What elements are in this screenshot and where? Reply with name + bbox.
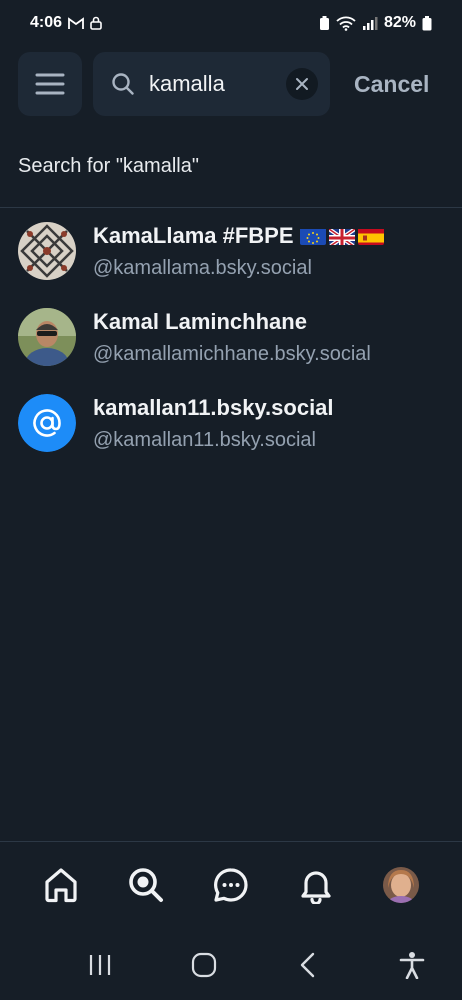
tab-bar (0, 842, 462, 928)
tab-notifications[interactable] (286, 855, 346, 915)
search-icon (128, 868, 163, 902)
hamburger-icon (35, 73, 65, 95)
result-text: kamallan11.bsky.social @kamallan11.bsky.… (93, 395, 334, 452)
result-name-text: KamaLlama #FBPE (93, 222, 294, 248)
close-icon (296, 78, 308, 90)
gmail-icon (68, 16, 84, 30)
flags (299, 226, 384, 245)
bell-icon (301, 871, 331, 904)
result-name: KamaLlama #FBPE (93, 223, 384, 249)
tab-search[interactable] (116, 855, 176, 915)
default-avatar (18, 394, 76, 452)
spain-flag-icon (357, 227, 384, 245)
chat-icon (214, 868, 248, 902)
back-button[interactable] (278, 940, 338, 990)
result-name: kamallan11.bsky.social (93, 394, 334, 420)
tab-home[interactable] (31, 855, 91, 915)
status-time: 4:06 (30, 14, 63, 31)
result-row[interactable]: KamaLlama #FBPE @kamallama.bsky.social (0, 208, 462, 294)
signal-icon (362, 16, 378, 30)
result-row[interactable]: kamallan11.bsky.social @kamallan11.bsky.… (0, 380, 462, 466)
search-header: Cancel (18, 52, 444, 116)
eu-flag-icon (299, 227, 326, 245)
home-circle-icon (191, 952, 217, 978)
status-right: 82% (319, 14, 432, 32)
menu-button[interactable] (18, 52, 82, 116)
result-text: KamaLlama #FBPE @kamallama.bsky.social (93, 223, 384, 280)
result-handle: @kamallama.bsky.social (93, 256, 312, 279)
tab-profile[interactable] (371, 855, 431, 915)
home-button[interactable] (174, 940, 234, 990)
result-handle: @kamallan11.bsky.social (93, 428, 316, 451)
result-handle: @kamallamichhane.bsky.social (93, 342, 371, 365)
uk-flag-icon (328, 226, 355, 245)
home-icon (44, 868, 77, 903)
search-results: KamaLlama #FBPE @kamallama.bsky.social K… (0, 208, 462, 466)
search-input[interactable] (149, 71, 286, 97)
avatar (18, 308, 76, 366)
battery-saver-icon (319, 15, 330, 31)
status-left: 4:06 (30, 14, 102, 32)
result-name: Kamal Laminchhane (93, 308, 307, 334)
tab-chat[interactable] (201, 855, 261, 915)
wifi-icon (336, 16, 356, 31)
system-nav-bar (0, 930, 462, 1000)
search-box[interactable] (93, 52, 330, 116)
recents-icon (89, 955, 111, 975)
lock-icon (90, 16, 102, 30)
result-text: Kamal Laminchhane @kamallamichhane.bsky.… (93, 309, 371, 366)
back-icon (300, 952, 315, 978)
battery-icon (422, 15, 432, 31)
accessibility-icon (399, 952, 425, 979)
recents-button[interactable] (70, 940, 130, 990)
search-icon (112, 73, 134, 95)
cancel-button[interactable]: Cancel (354, 71, 429, 98)
profile-avatar (383, 867, 420, 903)
clear-search-button[interactable] (286, 68, 318, 100)
accessibility-button[interactable] (382, 940, 442, 990)
battery-percent: 82% (383, 14, 416, 31)
avatar (18, 222, 76, 280)
status-bar: 4:06 82% (0, 0, 462, 46)
result-row[interactable]: Kamal Laminchhane @kamallamichhane.bsky.… (0, 294, 462, 380)
search-for-suggestion[interactable]: Search for "kamalla" (18, 155, 199, 178)
